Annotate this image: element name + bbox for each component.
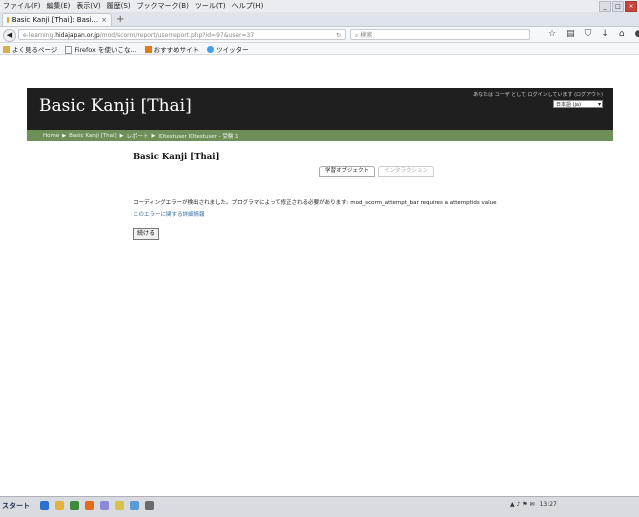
report-tabs: 学習オブジェクト インタラクション bbox=[319, 166, 437, 177]
app-icon[interactable] bbox=[100, 501, 109, 510]
tray-icons[interactable]: ▲ ♪ ⚑ ✉ bbox=[510, 501, 535, 508]
favicon-icon bbox=[7, 17, 9, 23]
ie-icon[interactable] bbox=[40, 501, 49, 510]
search-icon: ⌕ bbox=[355, 32, 359, 39]
back-arrow-icon[interactable]: ◀ bbox=[3, 29, 16, 42]
bookmark-twitter[interactable]: ツイッター bbox=[207, 44, 249, 54]
menu-edit[interactable]: 編集(E) bbox=[47, 1, 71, 11]
url-bar[interactable]: e-learning.hidajapan.or.jp/mod/scorm/rep… bbox=[18, 29, 346, 40]
system-tray: ▲ ♪ ⚑ ✉ 13:27 bbox=[510, 501, 557, 508]
bookmark-firefox[interactable]: Firefox を使いこな... bbox=[65, 44, 137, 54]
reload-icon[interactable]: ↻ bbox=[336, 30, 341, 39]
library-icon[interactable]: ▤ bbox=[566, 29, 575, 39]
site-header: Basic Kanji [Thai] あなたは ユーザ として ログインしていま… bbox=[27, 88, 613, 130]
menu-file[interactable]: ファイル(F) bbox=[3, 1, 41, 11]
language-select[interactable]: 日本語 (ja) bbox=[553, 100, 603, 109]
app-icon[interactable] bbox=[70, 501, 79, 510]
error-message: コーディングエラーが検出されました。プログラマによって修正される必要があります:… bbox=[133, 200, 497, 206]
app-icon[interactable] bbox=[115, 501, 124, 510]
close-window-button[interactable]: × bbox=[625, 1, 637, 12]
search-placeholder: 検索 bbox=[360, 32, 373, 39]
toolbar-icons: ☆ ▤ ⛉ ↓ ⌂ ● ≡ bbox=[548, 29, 639, 39]
nav-bar: ◀ e-learning.hidajapan.or.jp/mod/scorm/r… bbox=[0, 27, 639, 43]
breadcrumb-attempt: IDtestuser IDtestuser - 受験 1 bbox=[158, 133, 239, 140]
bookmark-label: Firefox を使いこな... bbox=[74, 45, 137, 54]
search-input[interactable]: ⌕ 検索 bbox=[350, 29, 530, 40]
account-icon[interactable]: ● bbox=[635, 29, 639, 39]
pocket-icon[interactable]: ⛉ bbox=[585, 29, 592, 39]
page-icon bbox=[65, 45, 73, 54]
tab-title: Basic Kanji [Thai]: Basi... bbox=[11, 16, 99, 24]
star-icon[interactable]: ☆ bbox=[548, 29, 556, 39]
bookmark-label: よく見るページ bbox=[12, 45, 58, 54]
app-icon[interactable] bbox=[145, 501, 154, 510]
taskbar-apps bbox=[40, 501, 154, 510]
url-path: /mod/scorm/report/userreport.php?id=97&u… bbox=[99, 32, 255, 39]
menu-help[interactable]: ヘルプ(H) bbox=[232, 1, 264, 11]
menu-view[interactable]: 表示(V) bbox=[76, 1, 100, 11]
breadcrumb-arrow-icon: ▶ bbox=[119, 132, 124, 139]
breadcrumb-arrow-icon: ▶ bbox=[151, 132, 156, 139]
breadcrumb-arrow-icon: ▶ bbox=[62, 132, 67, 139]
menu-tools[interactable]: ツール(T) bbox=[195, 1, 226, 11]
menu-bar: ファイル(F) 編集(E) 表示(V) 履歴(S) ブックマーク(B) ツール(… bbox=[0, 0, 639, 12]
explorer-icon[interactable] bbox=[55, 501, 64, 510]
site-title[interactable]: Basic Kanji [Thai] bbox=[39, 96, 192, 116]
course-title: Basic Kanji [Thai] bbox=[133, 152, 220, 162]
menu-history[interactable]: 履歴(S) bbox=[107, 1, 131, 11]
main-content: Basic Kanji [Thai] 学習オブジェクト インタラクション コーデ… bbox=[133, 152, 593, 240]
twitter-icon bbox=[207, 46, 215, 53]
tab-bar: Basic Kanji [Thai]: Basi... × + bbox=[0, 12, 639, 27]
download-icon[interactable]: ↓ bbox=[601, 29, 609, 39]
app-icon[interactable] bbox=[130, 501, 139, 510]
maximize-button[interactable]: □ bbox=[612, 1, 624, 12]
close-tab-icon[interactable]: × bbox=[101, 16, 107, 24]
continue-button[interactable]: 続ける bbox=[133, 228, 160, 240]
firefox-icon[interactable] bbox=[85, 501, 94, 510]
bookmark-most-visited[interactable]: よく見るページ bbox=[3, 44, 57, 54]
url-domain: hidajapan.or.jp bbox=[55, 32, 100, 39]
page-viewport: Basic Kanji [Thai] あなたは ユーザ として ログインしていま… bbox=[0, 56, 639, 496]
bookmarks-bar: よく見るページ Firefox を使いこな... おすすめサイト ツイッター bbox=[0, 43, 639, 55]
breadcrumb-home[interactable]: Home bbox=[43, 133, 59, 139]
window-controls: _ □ × bbox=[599, 1, 637, 12]
menu-bookmarks[interactable]: ブックマーク(B) bbox=[137, 1, 189, 11]
bookmark-label: おすすめサイト bbox=[153, 45, 200, 54]
bookmark-icon bbox=[3, 46, 10, 53]
tab-interactions[interactable]: インタラクション bbox=[378, 166, 435, 177]
clock[interactable]: 13:27 bbox=[540, 501, 557, 508]
browser-tab[interactable]: Basic Kanji [Thai]: Basi... × bbox=[2, 13, 112, 26]
bookmark-label: ツイッター bbox=[216, 45, 249, 54]
breadcrumb-course[interactable]: Basic Kanji [Thai] bbox=[69, 133, 117, 139]
tab-learning-objects[interactable]: 学習オブジェクト bbox=[319, 166, 376, 177]
folder-icon bbox=[144, 46, 152, 53]
taskbar: スタート ▲ ♪ ⚑ ✉ 13:27 bbox=[0, 496, 639, 517]
bookmark-recommended[interactable]: おすすめサイト bbox=[144, 44, 200, 54]
breadcrumb: Home ▶ Basic Kanji [Thai] ▶ レポート ▶ IDtes… bbox=[27, 130, 613, 141]
start-button[interactable]: スタート bbox=[2, 501, 30, 511]
new-tab-icon[interactable]: + bbox=[116, 14, 124, 25]
url-prefix: e-learning. bbox=[23, 32, 56, 39]
login-info[interactable]: あなたは ユーザ として ログインしています (ログアウト) bbox=[473, 91, 603, 98]
minimize-button[interactable]: _ bbox=[599, 1, 611, 12]
home-icon[interactable]: ⌂ bbox=[619, 29, 625, 39]
more-info-link[interactable]: このエラーに関する詳細情報 bbox=[133, 210, 205, 218]
breadcrumb-report[interactable]: レポート bbox=[126, 132, 148, 140]
